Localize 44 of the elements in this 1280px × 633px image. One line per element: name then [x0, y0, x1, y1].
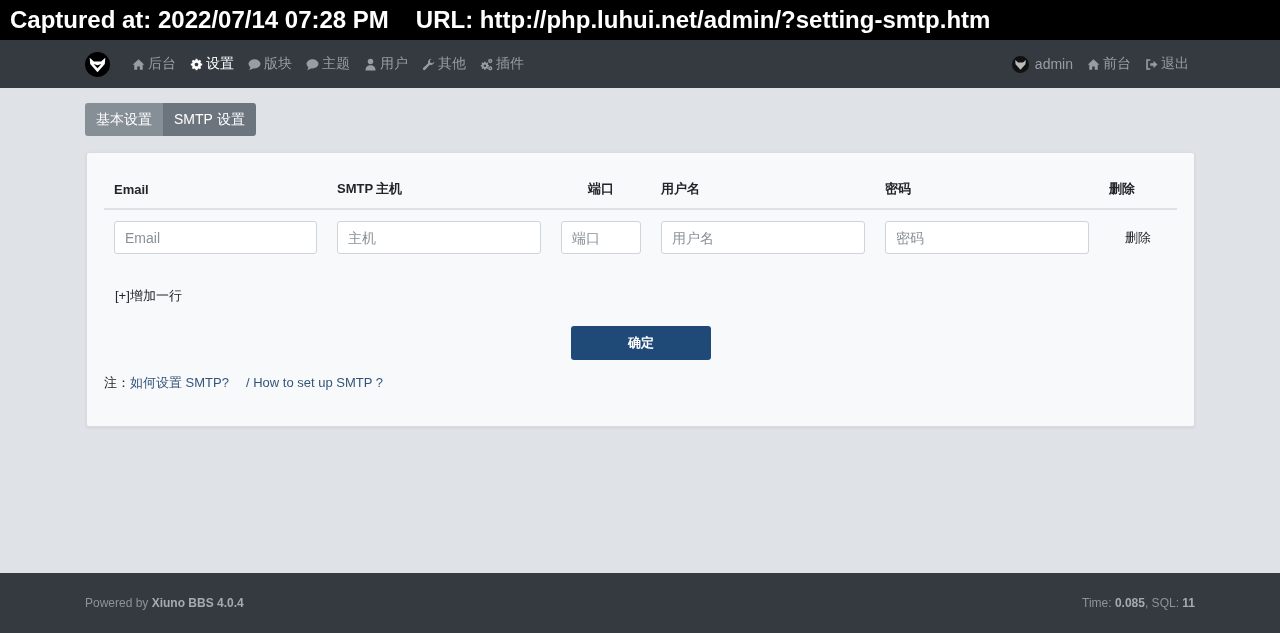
note-label: 注： — [104, 374, 130, 392]
input-field[interactable]: 端口 — [561, 221, 641, 254]
nav-link[interactable]: 前台 — [1080, 49, 1138, 79]
input-field[interactable]: 主机 — [337, 221, 541, 254]
delete-link[interactable]: 删除 — [1125, 230, 1151, 245]
speech-bubble-icon — [306, 57, 319, 71]
column-header: 密码 — [885, 181, 911, 196]
nav-link[interactable]: 插件 — [473, 49, 531, 79]
input-field[interactable]: 密码 — [885, 221, 1089, 254]
speech-bubble-icon — [248, 57, 261, 71]
tab[interactable]: 基本设置 — [85, 103, 163, 136]
nav-link[interactable]: 设置 — [183, 49, 241, 79]
house-icon — [1087, 57, 1100, 71]
help-link[interactable]: / How to set up SMTP ? — [245, 375, 383, 390]
gears-icon — [480, 57, 493, 71]
house-icon — [132, 57, 145, 71]
input-field[interactable]: 用户名 — [661, 221, 865, 254]
nav-link[interactable]: 用户 — [357, 49, 415, 79]
wrench-icon — [422, 57, 435, 71]
confirm-button[interactable]: 确定 — [570, 326, 711, 360]
user-link[interactable]: admin — [1004, 49, 1080, 79]
help-link[interactable]: 如何设置 SMTP? — [130, 374, 229, 392]
column-header: 用户名 — [661, 181, 700, 196]
column-header: SMTP 主机 — [337, 181, 403, 196]
capture-timestamp: Captured at: 2022/07/14 07:28 PM — [10, 6, 389, 34]
avatar-icon — [1011, 55, 1029, 73]
nav-link[interactable]: 主题 — [299, 49, 357, 79]
input-field[interactable]: Email — [114, 221, 317, 254]
capture-url: URL: http://php.luhui.net/admin/?setting-smtp.htm — [415, 6, 991, 34]
add-row-link[interactable]: [+]增加一行 — [115, 288, 182, 303]
nav-link[interactable]: 退出 — [1138, 49, 1195, 79]
nav-link[interactable]: 其他 — [415, 49, 473, 79]
stats-text: Time: 0.085, SQL: 11 — [1082, 596, 1195, 610]
horned-logo-icon[interactable] — [85, 51, 110, 77]
powered-by-text: Powered by Xiuno BBS 4.0.4 — [85, 596, 244, 610]
column-header: 删除 — [1109, 181, 1135, 196]
person-icon — [364, 57, 377, 71]
exit-arrow-icon — [1145, 57, 1158, 71]
nav-link[interactable]: 后台 — [125, 49, 183, 79]
column-header: Email — [114, 181, 149, 197]
tab[interactable]: SMTP 设置 — [163, 103, 256, 136]
gear-icon — [190, 57, 203, 71]
nav-link[interactable]: 版块 — [241, 49, 299, 79]
column-header: 端口 — [588, 181, 614, 196]
